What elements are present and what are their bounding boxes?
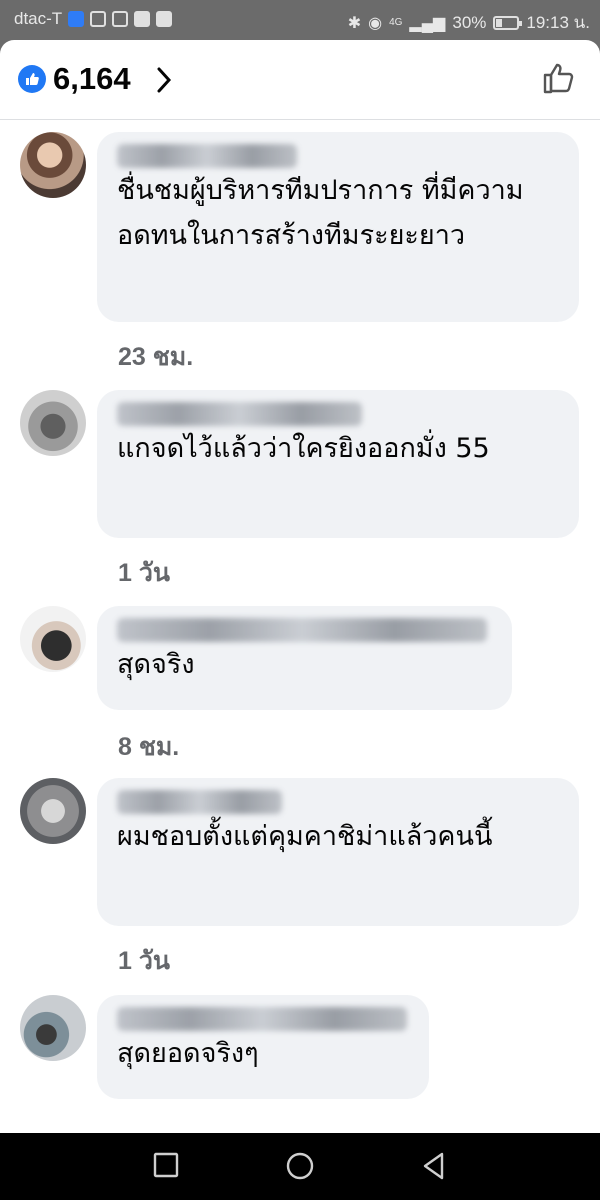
comment-text: ชื่นชมผู้บริหารทีมปราการ ที่มีความอดทนใน… bbox=[117, 175, 524, 251]
like-badge-icon bbox=[18, 65, 46, 93]
thumbs-up-outline-icon[interactable] bbox=[542, 60, 578, 100]
commenter-avatar[interactable] bbox=[20, 995, 86, 1061]
comment-text: สุดจริง bbox=[117, 649, 195, 680]
comments-sheet: 6,164 ชื่นชมผู้บริหารทีมปราการ ที่มีความ… bbox=[0, 40, 600, 1133]
comment-text: ผมชอบตั้งแต่คุมคาชิม่าแล้วคนนี้ bbox=[117, 821, 493, 852]
status-bar: dtac-T ✱ ◉ 4G ▂▄▆ 30% 19:13 น. bbox=[0, 0, 600, 40]
commenter-avatar[interactable] bbox=[20, 390, 86, 456]
comment-bubble[interactable]: สุดจริง bbox=[97, 606, 512, 710]
carrier-name: dtac-T bbox=[14, 9, 63, 28]
reactions-header[interactable]: 6,164 bbox=[0, 40, 600, 120]
commenter-avatar[interactable] bbox=[20, 778, 86, 844]
comment-text: สุดยอดจริงๆ bbox=[117, 1038, 259, 1069]
facebook-notification-icon bbox=[134, 11, 151, 27]
comment-time[interactable]: 8 ชม. bbox=[118, 727, 179, 767]
comment-author-name-blurred[interactable] bbox=[117, 790, 282, 814]
comment-bubble[interactable]: ชื่นชมผู้บริหารทีมปราการ ที่มีความอดทนใน… bbox=[97, 132, 579, 322]
triangle-back-icon[interactable] bbox=[420, 1151, 448, 1185]
chevron-right-icon[interactable] bbox=[155, 66, 173, 98]
comment-bubble[interactable]: แกจดไว้แล้วว่าใครยิงออกมั่ง 55 bbox=[97, 390, 579, 538]
comment-author-name-blurred[interactable] bbox=[117, 618, 487, 642]
shield-notification-icon bbox=[68, 11, 85, 27]
network-type: 4G bbox=[389, 17, 403, 28]
comment-time[interactable]: 1 วัน bbox=[118, 941, 170, 981]
comment-author-name-blurred[interactable] bbox=[117, 402, 362, 426]
system-navigation-bar bbox=[0, 1133, 600, 1200]
commenter-avatar[interactable] bbox=[20, 606, 86, 672]
comment-bubble[interactable]: สุดยอดจริงๆ bbox=[97, 995, 429, 1099]
battery-icon bbox=[493, 15, 523, 30]
eye-comfort-icon: ◉ bbox=[368, 14, 383, 32]
reactions-count[interactable]: 6,164 bbox=[53, 61, 131, 97]
circle-home-icon[interactable] bbox=[285, 1151, 315, 1185]
bluetooth-icon: ✱ bbox=[347, 14, 362, 32]
comment-author-name-blurred[interactable] bbox=[117, 144, 297, 168]
battery-percent: 30% bbox=[452, 12, 487, 32]
signal-icon: ▂▄▆ bbox=[409, 14, 446, 32]
comment-text: แกจดไว้แล้วว่าใครยิงออกมั่ง 55 bbox=[117, 433, 490, 464]
comment-bubble[interactable]: ผมชอบตั้งแต่คุมคาชิม่าแล้วคนนี้ bbox=[97, 778, 579, 926]
clock: 19:13 น. bbox=[526, 13, 590, 32]
comment-time[interactable]: 23 ชม. bbox=[118, 337, 193, 377]
square-recents-icon[interactable] bbox=[152, 1151, 180, 1183]
messenger-notification-icon bbox=[90, 11, 107, 27]
comment-time[interactable]: 1 วัน bbox=[118, 553, 170, 593]
app-notification-icon bbox=[156, 11, 173, 27]
instagram-notification-icon bbox=[112, 11, 129, 27]
comment-author-name-blurred[interactable] bbox=[117, 1007, 407, 1031]
commenter-avatar[interactable] bbox=[20, 132, 86, 198]
